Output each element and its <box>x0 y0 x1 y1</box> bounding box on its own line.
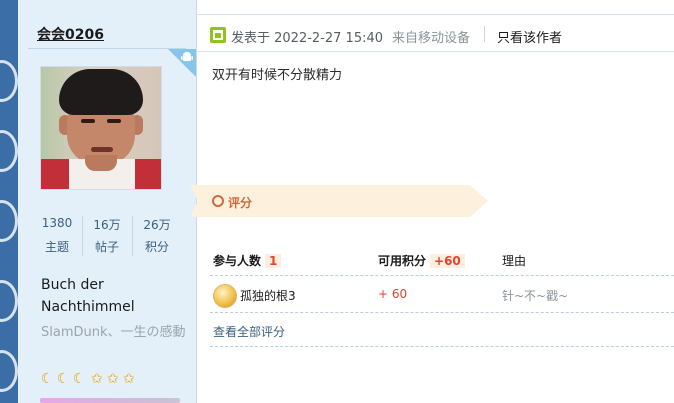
star-icon: ✩ <box>91 371 103 387</box>
author-panel: 会会0206 1380 主题 16万 帖子 26万 积分 Buch der Na… <box>18 0 197 403</box>
only-author-link[interactable]: 只看该作者 <box>497 27 562 46</box>
star-icon: ✩ <box>107 371 119 387</box>
post-date: 发表于 2022-2-27 15:40 <box>231 31 384 46</box>
left-decor-strip <box>0 0 18 403</box>
decor-ring <box>0 350 18 392</box>
rater-name-link[interactable]: 孤独的根3 <box>240 287 296 304</box>
rater-reason: 针~不~戳~ <box>502 289 569 303</box>
moon-icon: ☾ <box>41 371 54 387</box>
post-header: 发表于 2022-2-27 15:40 来自移动设备 只看该作者 <box>197 14 674 52</box>
star-icon: ✩ <box>123 371 135 387</box>
rating-participants-header: 参与人数 1 <box>213 252 282 269</box>
decor-ring <box>0 200 18 242</box>
thread-post: 会会0206 1380 主题 16万 帖子 26万 积分 Buch der Na… <box>0 0 674 403</box>
participants-label: 参与人数 <box>213 254 262 268</box>
reason-header: 理由 <box>502 254 527 268</box>
circle-icon <box>212 195 224 207</box>
author-motto: SlamDunk、一生の感動 <box>41 325 186 340</box>
post-device: 来自移动设备 <box>392 31 471 46</box>
author-name-link[interactable]: 会会0206 <box>37 24 104 44</box>
stat-label: 积分 <box>144 240 169 254</box>
author-signature: Buch der Nachthimmel <box>41 277 135 315</box>
author-avatar[interactable] <box>40 66 162 190</box>
moon-icon: ☾ <box>57 371 70 387</box>
decor-ring <box>0 130 18 172</box>
divider <box>484 26 485 42</box>
moon-icon: ☾ <box>73 371 86 387</box>
stat-points[interactable]: 26万 积分 <box>132 214 182 258</box>
post-content: 双开有时候不分散精力 <box>212 68 343 83</box>
view-all-ratings-link[interactable]: 查看全部评分 <box>213 323 285 340</box>
row-divider <box>210 346 674 347</box>
stat-value: 26万 <box>143 218 171 232</box>
points-total: +60 <box>430 254 465 268</box>
participants-count: 1 <box>265 254 282 268</box>
decor-ring <box>0 60 18 102</box>
stat-value: 16万 <box>93 218 121 232</box>
stat-posts[interactable]: 16万 帖子 <box>82 214 132 258</box>
row-divider <box>210 275 674 276</box>
online-status-icon <box>210 27 226 43</box>
stat-value: 1380 <box>41 216 73 230</box>
decor-ring <box>0 280 18 322</box>
stat-label: 主题 <box>44 240 69 254</box>
stat-label: 帖子 <box>94 240 119 254</box>
rater-avatar[interactable] <box>213 284 237 308</box>
rater-score: + 60 <box>378 287 408 301</box>
divider <box>28 48 186 49</box>
rating-points-header: 可用积分 +60 <box>378 252 465 269</box>
row-divider <box>210 312 674 313</box>
level-bar <box>40 398 180 403</box>
android-icon <box>181 52 193 61</box>
rating-title: 评分 <box>228 196 253 210</box>
author-stats: 1380 主题 16万 帖子 26万 积分 <box>32 214 182 258</box>
stat-topics[interactable]: 1380 主题 <box>32 214 82 258</box>
points-label: 可用积分 <box>378 254 427 268</box>
